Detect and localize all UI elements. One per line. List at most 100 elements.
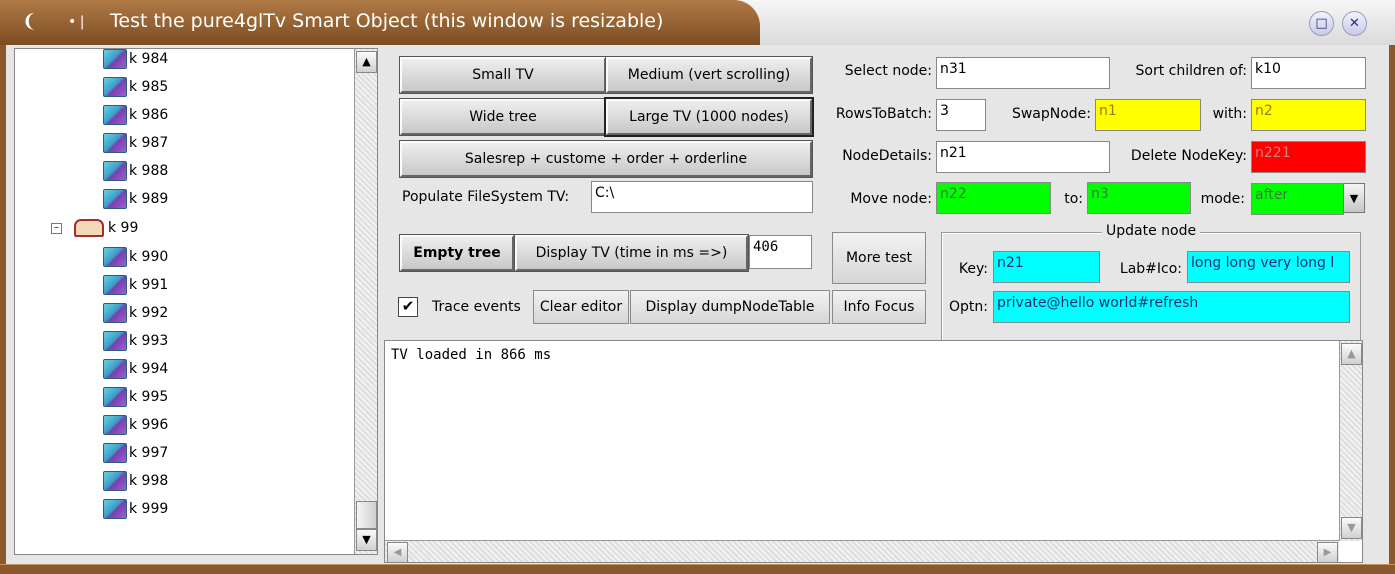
pin-icon[interactable]: •❘: [68, 14, 88, 30]
cube-icon: [103, 303, 127, 323]
tree-item[interactable]: k 992: [103, 303, 168, 331]
tree-item-label: k 986: [129, 107, 169, 123]
tree-parent-item[interactable]: – k 99: [51, 219, 138, 247]
tree-vertical-scrollbar[interactable]: ▲ ▼: [354, 49, 377, 554]
mode-select[interactable]: after: [1251, 183, 1344, 215]
labico-input[interactable]: long long very long l: [1187, 251, 1350, 283]
scroll-down-icon[interactable]: ▼: [1341, 517, 1362, 539]
tree-item[interactable]: k 998: [103, 471, 168, 499]
tree-item-label: k 991: [129, 277, 169, 293]
cube-icon: [103, 443, 127, 463]
dropdown-arrow-icon[interactable]: ▼: [1343, 183, 1365, 213]
window-menu-icon[interactable]: ❨: [22, 11, 37, 32]
tree-item-label: k 987: [129, 135, 169, 151]
trace-events-checkbox[interactable]: ✔: [398, 297, 418, 317]
sort-children-label: Sort children of:: [1135, 63, 1247, 79]
populate-label: Populate FileSystem TV:: [402, 189, 570, 205]
tree-item-label: k 993: [129, 333, 169, 349]
tree-item[interactable]: k 986: [103, 105, 168, 133]
cube-icon: [103, 331, 127, 351]
close-icon[interactable]: ✕: [1342, 11, 1367, 36]
tree-item[interactable]: k 991: [103, 275, 168, 303]
scroll-right-icon[interactable]: ▶: [1317, 542, 1338, 563]
key-input[interactable]: n21: [993, 251, 1100, 283]
update-node-group: Update node: [941, 223, 1361, 342]
tree-item-label: k 985: [129, 79, 169, 95]
tree-item[interactable]: k 995: [103, 387, 168, 415]
tree-item-label: k 992: [129, 305, 169, 321]
clear-editor-button[interactable]: Clear editor: [533, 290, 629, 324]
select-node-input[interactable]: n31: [936, 57, 1110, 89]
wide-tree-button[interactable]: Wide tree: [400, 99, 606, 135]
tree-item-label: k 988: [129, 163, 169, 179]
tree-item[interactable]: k 988: [103, 161, 168, 189]
move-node-input[interactable]: n22: [936, 182, 1051, 214]
large-tv-button[interactable]: Large TV (1000 nodes): [606, 99, 812, 135]
salesrep-button[interactable]: Salesrep + custome + order + orderline: [400, 141, 812, 177]
tree-item[interactable]: k 996: [103, 415, 168, 443]
more-test-button[interactable]: More test: [832, 232, 926, 284]
info-focus-button[interactable]: Info Focus: [832, 290, 926, 324]
node-details-input[interactable]: n21: [936, 141, 1110, 173]
scroll-up-icon[interactable]: ▲: [356, 51, 377, 73]
tree-item[interactable]: k 999: [103, 499, 168, 527]
time-ms-field[interactable]: 406: [749, 235, 812, 269]
medium-tv-button[interactable]: Medium (vert scrolling): [606, 57, 812, 93]
delete-nodekey-input[interactable]: n221: [1251, 141, 1366, 173]
tree-item-label: k 995: [129, 389, 169, 405]
tree-item[interactable]: k 985: [103, 77, 168, 105]
tree-item[interactable]: k 993: [103, 331, 168, 359]
tree-item[interactable]: k 990: [103, 247, 168, 275]
swap-node-input[interactable]: n1: [1095, 99, 1201, 131]
title-bar[interactable]: ❨ •❘ Test the pure4glTv Smart Object (th…: [0, 0, 1395, 45]
tree-item[interactable]: k 989: [103, 189, 168, 217]
rows-to-batch-label: RowsToBatch:: [835, 106, 932, 122]
delete-nodekey-label: Delete NodeKey:: [1130, 148, 1247, 164]
cube-icon: [103, 77, 127, 97]
key-label: Key:: [958, 261, 988, 277]
move-node-label: Move node:: [850, 191, 932, 207]
scroll-down-icon[interactable]: ▼: [356, 529, 377, 551]
empty-tree-button[interactable]: Empty tree: [400, 235, 514, 271]
cube-icon: [103, 415, 127, 435]
cube-icon: [103, 359, 127, 379]
sort-children-input[interactable]: k10: [1251, 57, 1366, 89]
maximize-icon[interactable]: □: [1309, 11, 1334, 36]
select-node-label: Select node:: [844, 63, 932, 79]
cube-icon: [103, 49, 127, 69]
scroll-thumb[interactable]: [356, 501, 377, 529]
collapse-icon[interactable]: –: [51, 222, 62, 234]
rows-to-batch-input[interactable]: 3: [936, 99, 986, 131]
move-to-input[interactable]: n3: [1087, 182, 1191, 214]
cube-icon: [103, 247, 127, 267]
editor-horizontal-scrollbar[interactable]: ◀ ▶: [385, 540, 1339, 563]
tree-item-label: k 998: [129, 473, 169, 489]
cube-icon: [103, 471, 127, 491]
scroll-left-icon[interactable]: ◀: [387, 542, 408, 563]
tree-item[interactable]: k 984: [103, 49, 168, 77]
small-tv-button[interactable]: Small TV: [400, 57, 606, 93]
app-window: ❨ •❘ Test the pure4glTv Smart Object (th…: [0, 0, 1395, 574]
tree-view[interactable]: k 984 k 985 k 986 k 987 k 988 k 989 – k 9…: [14, 48, 378, 555]
swap-node-label: SwapNode:: [1011, 106, 1091, 122]
cube-icon: [103, 161, 127, 181]
tree-item[interactable]: k 994: [103, 359, 168, 387]
optn-input[interactable]: private@hello world#refresh: [993, 291, 1350, 323]
tree-item-label: k 996: [129, 417, 169, 433]
cube-icon: [103, 499, 127, 519]
window-border-left: [0, 45, 6, 566]
display-tv-button[interactable]: Display TV (time in ms =>): [515, 235, 748, 271]
swap-with-input[interactable]: n2: [1251, 99, 1366, 131]
node-details-label: NodeDetails:: [842, 148, 932, 164]
tree-item-label: k 984: [129, 51, 169, 67]
tree-item-label: k 997: [129, 445, 169, 461]
tree-item-label: k 989: [129, 191, 169, 207]
output-editor[interactable]: TV loaded in 866 ms ▲ ▼ ◀ ▶: [384, 340, 1363, 563]
tree-item[interactable]: k 987: [103, 133, 168, 161]
move-to-label: to:: [1064, 191, 1083, 207]
display-dump-button[interactable]: Display dumpNodeTable: [630, 290, 830, 324]
tree-item[interactable]: k 997: [103, 443, 168, 471]
scroll-up-icon[interactable]: ▲: [1341, 343, 1362, 365]
populate-input[interactable]: C:\: [591, 181, 813, 213]
editor-vertical-scrollbar[interactable]: ▲ ▼: [1339, 341, 1362, 541]
